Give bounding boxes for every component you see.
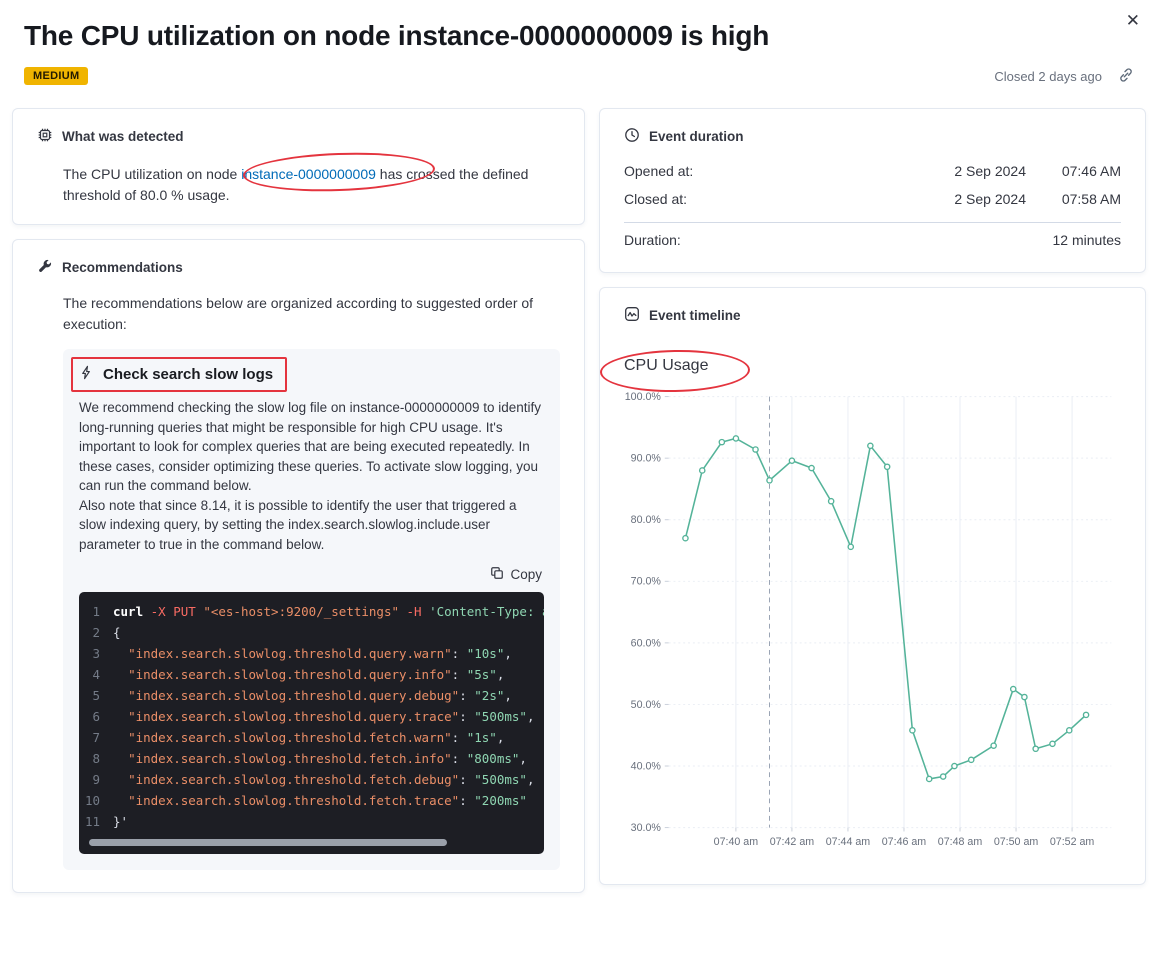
left-column: What was detected The CPU utilization on… — [12, 107, 585, 894]
event-duration-card: Event duration Opened at: 2 Sep 2024 07:… — [599, 107, 1146, 273]
line-number: 7 — [92, 730, 100, 746]
duration-row-closed: Closed at: 2 Sep 2024 07:58 AM — [624, 185, 1121, 213]
duration-row-total: Duration: 12 minutes — [624, 226, 1121, 254]
svg-text:07:44 am: 07:44 am — [826, 836, 871, 848]
closed-at-date: 2 Sep 2024 — [954, 190, 1026, 207]
duration-divider — [624, 221, 1121, 223]
event-duration-heading-row: Event duration — [624, 127, 1121, 146]
recommendations-heading: Recommendations — [62, 259, 183, 275]
detected-heading-row: What was detected — [37, 127, 560, 146]
cpu-usage-chart[interactable]: 100.0% 90.0% 80.0% 70.0% 60.0% 50.0% 40.0% 30.0… — [624, 383, 1121, 866]
event-duration-heading: Event duration — [649, 128, 744, 144]
badge-row: MEDIUM Closed 2 days ago — [24, 67, 1134, 86]
event-timeline-heading: Event timeline — [649, 307, 741, 323]
code-block: 1 curl -X PUT "<es-host>:9200/_settings" … — [79, 592, 544, 855]
opened-at-label: Opened at: — [624, 162, 694, 179]
line-number: 11 — [84, 814, 100, 830]
page-title: The CPU utilization on node instance-000… — [24, 20, 770, 51]
code-line: 1 curl -X PUT "<es-host>:9200/_settings" … — [79, 601, 544, 622]
svg-text:07:46 am: 07:46 am — [882, 836, 927, 848]
recommendation-body-paragraph-1: We recommend checking the slow log file … — [79, 399, 542, 494]
link-icon — [1118, 67, 1134, 86]
copy-row: Copy — [81, 566, 542, 583]
code-line: 6 "index.search.slowlog.threshold.query.… — [79, 706, 544, 727]
svg-text:70.0%: 70.0% — [631, 576, 662, 588]
svg-text:07:42 am: 07:42 am — [770, 836, 815, 848]
svg-text:30.0%: 30.0% — [631, 822, 662, 834]
recommendation-body: We recommend checking the slow log file … — [79, 398, 544, 555]
line-number: 10 — [84, 793, 100, 809]
line-number: 5 — [92, 688, 100, 704]
svg-text:07:40 am: 07:40 am — [714, 836, 759, 848]
svg-text:90.0%: 90.0% — [631, 453, 662, 465]
event-timeline-heading-row: Event timeline — [624, 306, 1121, 325]
severity-badge: MEDIUM — [24, 67, 89, 86]
copy-button[interactable]: Copy — [490, 566, 542, 583]
code-line: 4 "index.search.slowlog.threshold.query.… — [79, 664, 544, 685]
code-line: 9 "index.search.slowlog.threshold.fetch.… — [79, 769, 544, 790]
line-number: 9 — [92, 772, 100, 788]
opened-at-time: 07:46 AM — [1061, 162, 1121, 179]
cpu-chip-icon — [37, 127, 53, 146]
detected-card: What was detected The CPU utilization on… — [12, 107, 585, 225]
status-text: Closed 2 days ago — [994, 68, 1102, 84]
closed-at-time: 07:58 AM — [1061, 190, 1121, 207]
code-line: 8 "index.search.slowlog.threshold.fetch.… — [79, 748, 544, 769]
closed-at-label: Closed at: — [624, 190, 688, 207]
svg-text:60.0%: 60.0% — [631, 637, 662, 649]
horizontal-scrollbar-thumb[interactable] — [89, 839, 448, 847]
detected-text: The CPU utilization on node instance-000… — [63, 164, 560, 206]
chart-title: CPU Usage — [624, 356, 709, 374]
recommendation-body-paragraph-2: Also note that since 8.14, it is possibl… — [79, 497, 517, 552]
duration-label: Duration: — [624, 231, 681, 248]
svg-text:07:52 am: 07:52 am — [1050, 836, 1095, 848]
main-content: What was detected The CPU utilization on… — [12, 107, 1146, 894]
code-line: 5 "index.search.slowlog.threshold.query.… — [79, 685, 544, 706]
code-line: 2{ — [79, 622, 544, 643]
copy-label: Copy — [510, 567, 542, 583]
code-line: 7 "index.search.slowlog.threshold.fetch.… — [79, 727, 544, 748]
right-column: Event duration Opened at: 2 Sep 2024 07:… — [599, 107, 1146, 886]
svg-text:07:50 am: 07:50 am — [994, 836, 1039, 848]
line-number: 6 — [92, 709, 100, 725]
svg-text:50.0%: 50.0% — [631, 699, 662, 711]
status-wrap: Closed 2 days ago — [994, 67, 1134, 86]
svg-text:100.0%: 100.0% — [625, 391, 662, 403]
svg-text:80.0%: 80.0% — [631, 514, 662, 526]
alert-details-flyout: ✕ The CPU utilization on node instance-0… — [0, 0, 1158, 958]
line-number: 3 — [92, 646, 100, 662]
line-number: 4 — [92, 667, 100, 683]
event-timeline-card: Event timeline CPU Usage 100.0% 90.0% 80.0… — [599, 286, 1146, 886]
code-line: 3 "index.search.slowlog.threshold.query.… — [79, 643, 544, 664]
clock-icon — [624, 127, 640, 146]
code-lines: 1 curl -X PUT "<es-host>:9200/_settings" … — [79, 601, 544, 832]
recommendation-title-row: Check search slow logs — [71, 356, 544, 392]
duration-rows: Opened at: 2 Sep 2024 07:46 AM Closed at… — [624, 157, 1121, 254]
recommendations-card: Recommendations The recommendations belo… — [12, 238, 585, 894]
opened-at-date: 2 Sep 2024 — [954, 162, 1026, 179]
recommendations-intro: The recommendations below are organized … — [63, 294, 534, 332]
duration-value: 12 minutes — [1052, 231, 1121, 248]
share-link-button[interactable] — [1118, 67, 1134, 86]
duration-row-opened: Opened at: 2 Sep 2024 07:46 AM — [624, 157, 1121, 185]
wrench-icon — [37, 258, 53, 277]
lightning-bolt-icon — [79, 365, 94, 385]
line-number: 8 — [92, 751, 100, 767]
code-line: 11}' — [79, 811, 544, 832]
detected-text-before: The CPU utilization on node — [63, 165, 242, 182]
recommendation-item: Check search slow logs We recommend chec… — [63, 348, 560, 871]
svg-text:40.0%: 40.0% — [631, 760, 662, 772]
copy-icon — [490, 566, 504, 583]
timeline-chart-icon — [624, 306, 640, 325]
line-number: 2 — [92, 625, 100, 641]
svg-text:07:48 am: 07:48 am — [938, 836, 983, 848]
instance-link[interactable]: instance-0000000009 — [241, 166, 376, 182]
code-line: 10 "index.search.slowlog.threshold.fetch… — [79, 790, 544, 811]
line-number: 1 — [92, 604, 100, 620]
close-button[interactable]: ✕ — [1122, 8, 1144, 33]
detected-heading: What was detected — [62, 128, 184, 144]
recommendations-heading-row: Recommendations — [37, 258, 560, 277]
recommendation-title: Check search slow logs — [103, 366, 274, 384]
